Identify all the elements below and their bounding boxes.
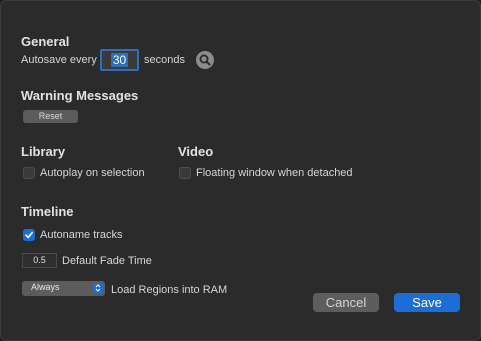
autoplay-checkbox[interactable]: [23, 167, 35, 179]
timeline-heading: Timeline: [21, 204, 74, 219]
fade-time-field[interactable]: 0.5: [22, 253, 57, 268]
video-heading: Video: [178, 144, 214, 159]
autoname-tracks-checkbox[interactable]: [23, 229, 35, 241]
floating-window-label: Floating window when detached: [196, 167, 353, 179]
autoname-tracks-label: Autoname tracks: [40, 229, 123, 241]
library-heading: Library: [21, 144, 66, 159]
floating-window-checkbox[interactable]: [179, 167, 191, 179]
reset-warnings-button[interactable]: Reset: [23, 110, 78, 123]
preferences-dialog: General Autosave every 30 seconds Warnin…: [0, 0, 481, 341]
autosave-interval-field[interactable]: 30: [100, 49, 139, 71]
stepper-arrows-icon: [93, 283, 103, 293]
load-regions-popup[interactable]: Always: [22, 281, 105, 296]
cancel-button[interactable]: Cancel: [313, 293, 379, 312]
load-regions-selected-value: Always: [31, 282, 60, 292]
warning-messages-heading: Warning Messages: [21, 88, 139, 103]
checkmark-icon: [25, 231, 33, 239]
general-heading: General: [21, 34, 70, 49]
save-button[interactable]: Save: [394, 293, 460, 312]
magnifying-glass-icon: [199, 54, 211, 66]
autosave-suffix-label: seconds: [144, 54, 185, 66]
search-button[interactable]: [196, 51, 214, 69]
autosave-prefix-label: Autosave every: [21, 54, 97, 66]
fade-time-label: Default Fade Time: [62, 255, 152, 267]
autosave-interval-value: 30: [110, 53, 129, 67]
load-regions-label: Load Regions into RAM: [111, 284, 228, 296]
autoplay-label: Autoplay on selection: [40, 167, 145, 179]
